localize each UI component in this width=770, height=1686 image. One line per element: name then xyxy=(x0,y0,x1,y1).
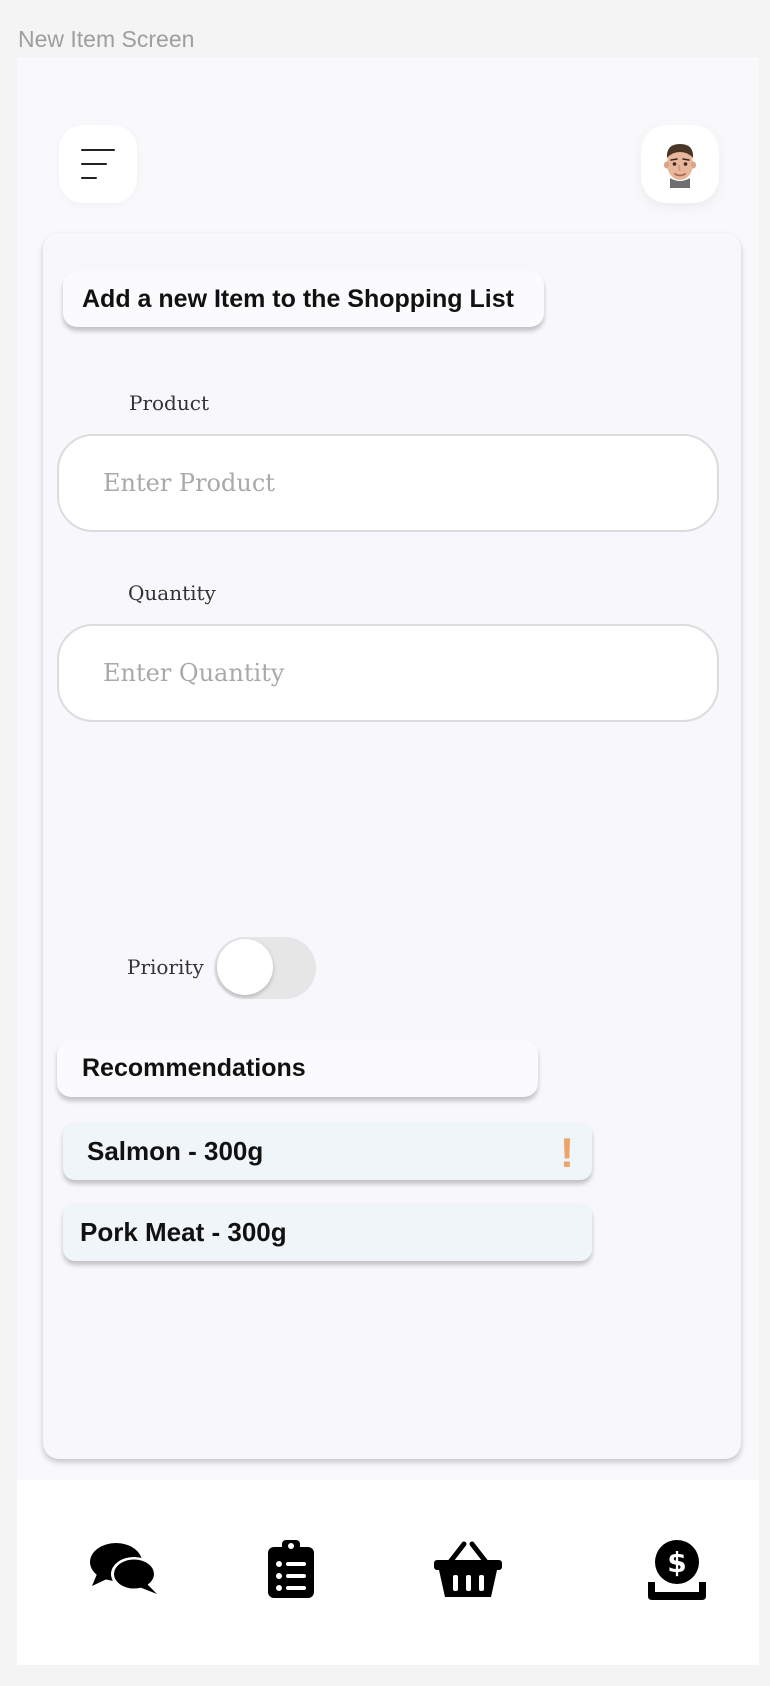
dollar-coin-hand-icon: $ xyxy=(648,1540,706,1600)
hamburger-menu-icon-line xyxy=(81,177,97,179)
phone-screen: Add a new Item to the Shopping List Prod… xyxy=(17,57,759,1665)
priority-exclamation-icon: ! xyxy=(560,1129,574,1176)
bottom-nav: $ xyxy=(17,1480,759,1665)
avatar-button[interactable] xyxy=(641,125,719,203)
shopping-basket-icon xyxy=(434,1541,502,1597)
hamburger-menu-icon xyxy=(81,149,115,151)
nav-basket-button[interactable] xyxy=(434,1540,502,1602)
nav-payment-button[interactable]: $ xyxy=(646,1540,708,1604)
recommendation-item-salmon[interactable]: Salmon - 300g ! xyxy=(63,1122,592,1180)
chat-bubbles-icon xyxy=(90,1543,157,1594)
priority-toggle[interactable] xyxy=(214,937,316,999)
recommendation-item-pork[interactable]: Pork Meat - 300g xyxy=(63,1203,592,1261)
product-input[interactable] xyxy=(57,434,719,532)
priority-label: Priority xyxy=(127,955,204,979)
recommendation-label: Pork Meat - 300g xyxy=(80,1216,287,1247)
nav-chat-button[interactable] xyxy=(89,1540,159,1600)
avatar xyxy=(664,144,696,188)
nav-list-button[interactable] xyxy=(268,1540,314,1602)
quantity-input[interactable] xyxy=(57,624,719,722)
toggle-knob xyxy=(217,939,273,995)
clipboard-list-icon xyxy=(268,1540,314,1598)
product-label: Product xyxy=(129,391,209,415)
menu-button[interactable] xyxy=(59,125,137,203)
recommendations-title: Recommendations xyxy=(57,1040,538,1097)
card-title: Add a new Item to the Shopping List xyxy=(63,271,544,327)
quantity-label: Quantity xyxy=(128,581,216,605)
screen-label: New Item Screen xyxy=(18,26,195,52)
recommendation-label: Salmon - 300g xyxy=(87,1135,264,1166)
new-item-card: Add a new Item to the Shopping List Prod… xyxy=(43,233,741,1459)
svg-text:$: $ xyxy=(667,1546,686,1579)
hamburger-menu-icon-line xyxy=(81,163,107,165)
